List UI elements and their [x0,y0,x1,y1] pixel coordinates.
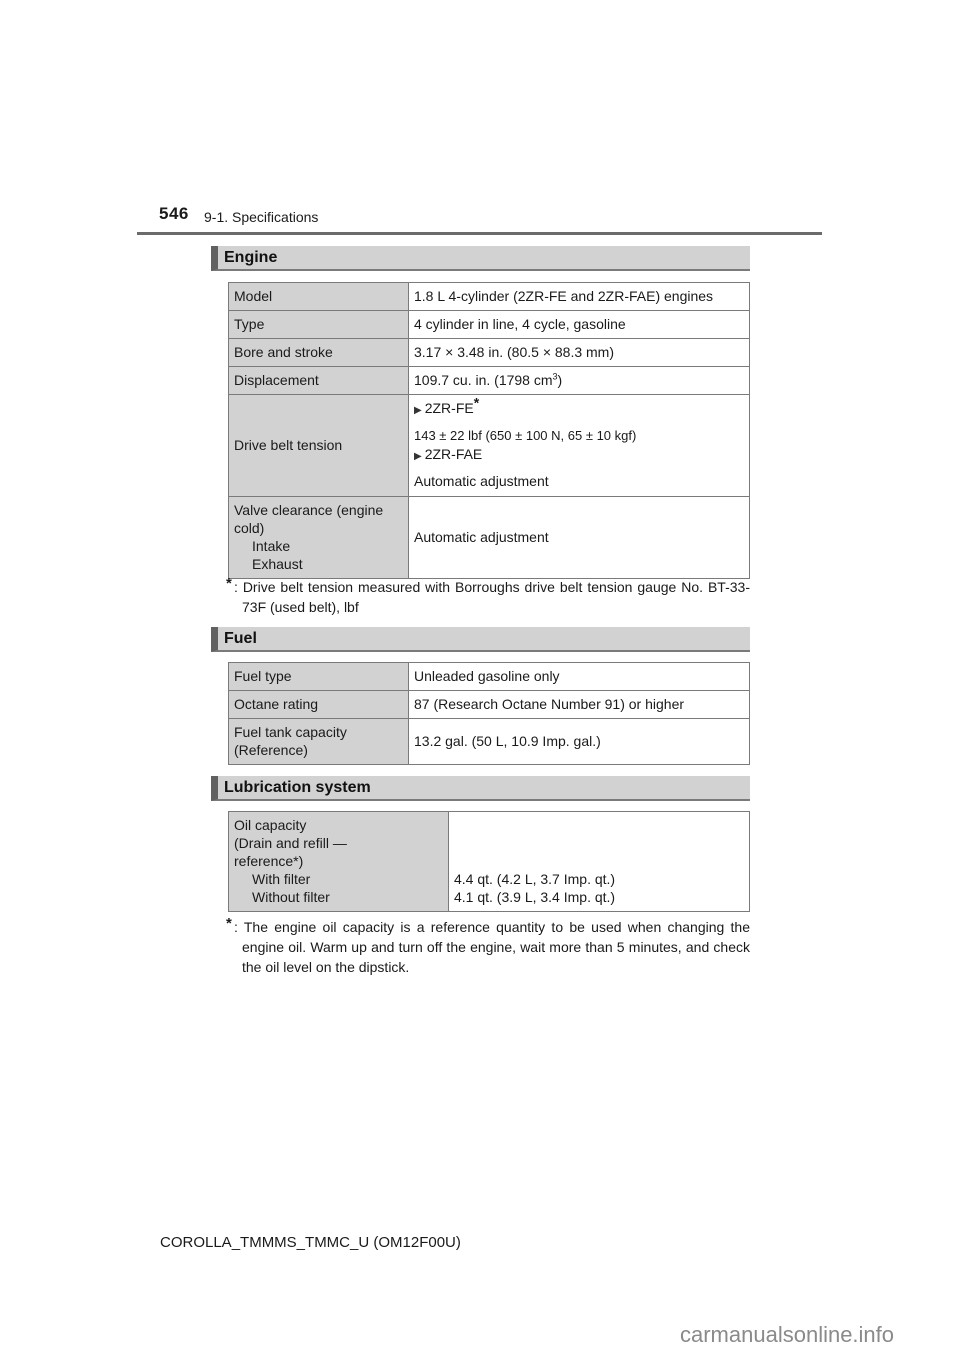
engine-section-header: Engine [211,246,750,271]
variant-value: 143 ± 22 lbf (650 ± 100 N, 65 ± 10 kgf) [414,428,637,443]
label-line: (Drain and refill — [234,835,347,851]
label-without-filter: Without filter [252,889,330,905]
row-label: Octane rating [228,690,409,719]
engine-footnote: * : Drive belt tension measured with Bor… [226,575,750,617]
value-without-filter: 4.1 qt. (3.9 L, 3.4 Imp. qt.) [454,889,616,905]
footnote-text: : The engine oil capacity is a reference… [234,919,750,975]
table-row: Model 1.8 L 4-cylinder (2ZR-FE and 2ZR-F… [228,282,750,311]
table-row: Fuel type Unleaded gasoline only [228,662,750,691]
row-value: ▶ 2ZR-FE* 143 ± 22 lbf (650 ± 100 N, 65 ±… [408,394,750,497]
label-line: Fuel tank capacity [234,724,347,740]
label-line: (Reference) [234,742,308,758]
row-value: 13.2 gal. (50 L, 10.9 Imp. gal.) [408,718,750,765]
table-row: Oil capacity (Drain and refill — referen… [228,811,750,912]
displacement-value: 109.7 cu. in. (1798 cm [414,372,553,388]
row-label: Model [228,282,409,311]
section-breadcrumb: 9-1. Specifications [204,209,319,225]
engine-spec-table: Model 1.8 L 4-cylinder (2ZR-FE and 2ZR-F… [228,282,750,579]
triangle-bullet-icon: ▶ [414,405,422,416]
footnote-asterisk: * [473,394,480,411]
row-value: Automatic adjustment [408,496,750,579]
fuel-spec-table: Fuel type Unleaded gasoline only Octane … [228,662,750,765]
label-line: cold) [234,520,265,536]
row-label: Fuel type [228,662,409,691]
lubrication-spec-table: Oil capacity (Drain and refill — referen… [228,811,750,912]
table-row: Fuel tank capacity (Reference) 13.2 gal.… [228,718,750,765]
page-number: 546 [159,204,189,223]
row-label: Bore and stroke [228,338,409,367]
row-label: Fuel tank capacity (Reference) [228,718,409,765]
row-label: Valve clearance (engine cold) Intake Exh… [228,496,409,579]
row-value: 4.4 qt. (4.2 L, 3.7 Imp. qt.) 4.1 qt. (3… [448,811,750,912]
engine-section-title: Engine [224,249,278,266]
header-divider [137,232,822,235]
variant-label: 2ZR-FAE [424,446,483,462]
fuel-section-title: Fuel [224,630,257,647]
table-row: Octane rating 87 (Research Octane Number… [228,690,750,719]
row-value: 3.17 × 3.48 in. (80.5 × 88.3 mm) [408,338,750,367]
label-line: Oil capacity [234,817,307,833]
footnote-asterisk: * [226,575,232,592]
row-value: 87 (Research Octane Number 91) or higher [408,690,750,719]
label-intake: Intake [252,538,291,554]
lubrication-footnote: * : The engine oil capacity is a referen… [226,915,750,977]
row-label: Displacement [228,366,409,395]
footnote-text: : Drive belt tension measured with Borro… [234,579,750,615]
variant-label: 2ZR-FE [424,400,474,416]
table-row: Drive belt tension ▶ 2ZR-FE* 143 ± 22 lbf… [228,394,750,497]
row-value: 109.7 cu. in. (1798 cm3) [408,366,750,395]
label-line: Valve clearance (engine [234,502,384,518]
label-exhaust: Exhaust [252,556,303,572]
triangle-bullet-icon: ▶ [414,451,422,462]
row-value: Unleaded gasoline only [408,662,750,691]
watermark: carmanualsonline.info [680,1322,895,1347]
label-with-filter: With filter [252,871,311,887]
row-value: 4 cylinder in line, 4 cycle, gasoline [408,310,750,339]
table-row: Displacement 109.7 cu. in. (1798 cm3) [228,366,750,395]
lubrication-section-header: Lubrication system [211,776,750,801]
row-label: Drive belt tension [228,394,409,497]
row-label: Oil capacity (Drain and refill — referen… [228,811,449,912]
row-value: 1.8 L 4-cylinder (2ZR-FE and 2ZR-FAE) en… [408,282,750,311]
value-with-filter: 4.4 qt. (4.2 L, 3.7 Imp. qt.) [454,871,616,887]
table-row: Type 4 cylinder in line, 4 cycle, gasoli… [228,310,750,339]
document-code: COROLLA_TMMMS_TMMC_U (OM12F00U) [160,1234,461,1251]
label-line: reference*) [234,853,304,869]
table-row: Valve clearance (engine cold) Intake Exh… [228,496,750,579]
variant-value: Automatic adjustment [414,473,549,489]
fuel-section-header: Fuel [211,627,750,652]
row-label: Type [228,310,409,339]
table-row: Bore and stroke 3.17 × 3.48 in. (80.5 × … [228,338,750,367]
footnote-asterisk: * [226,915,232,932]
lubrication-section-title: Lubrication system [224,779,371,796]
displacement-suffix: ) [557,372,563,388]
